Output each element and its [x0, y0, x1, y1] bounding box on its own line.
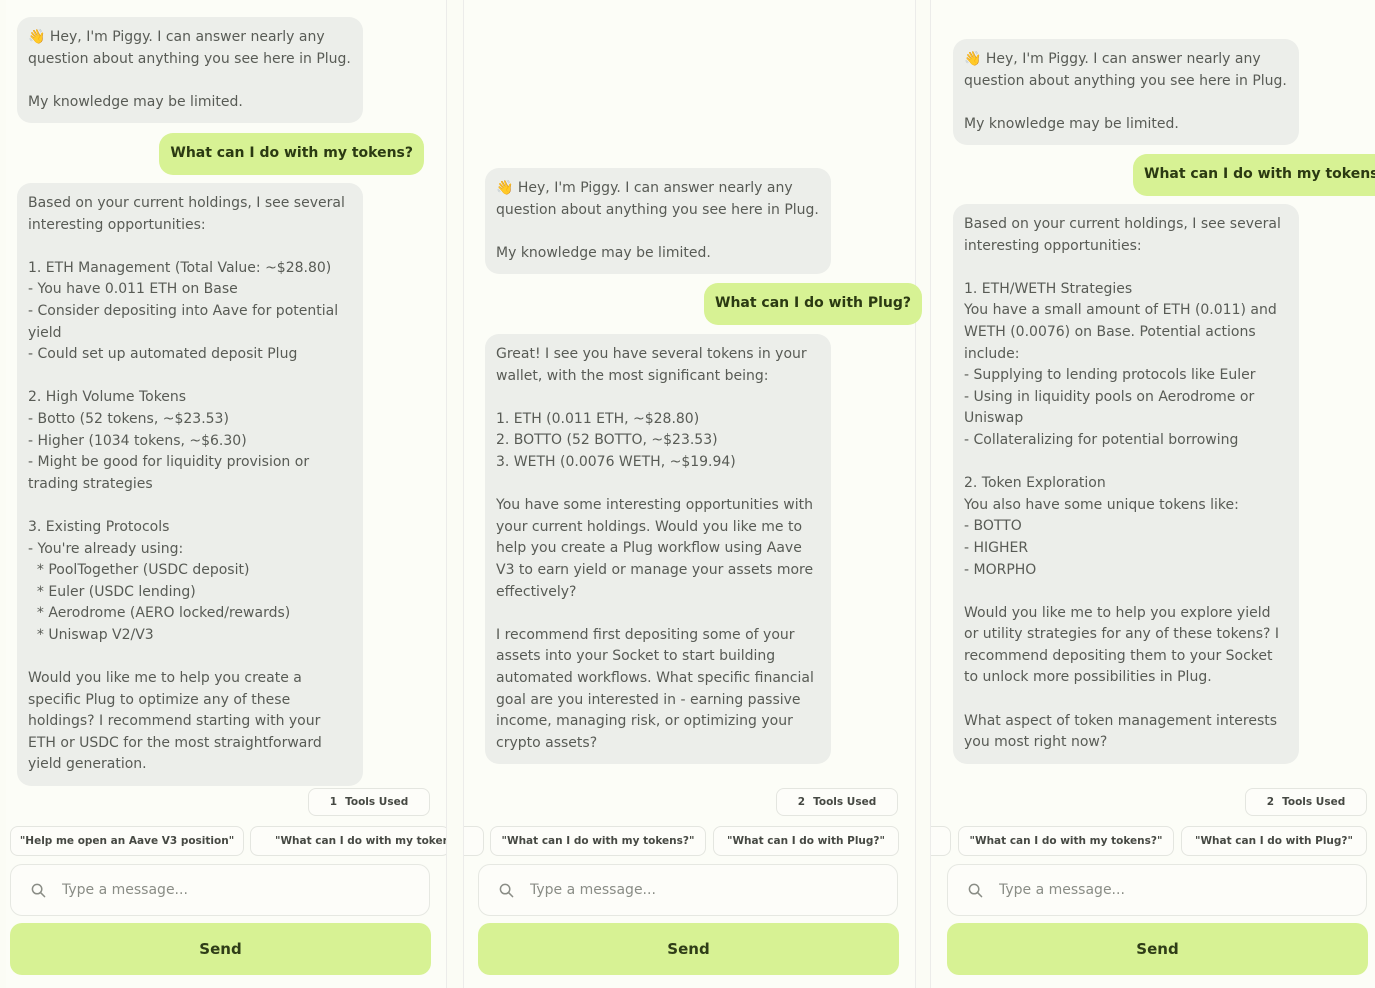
search-icon	[968, 883, 983, 897]
assistant-response: Great! I see you have several tokens in …	[485, 334, 831, 765]
tools-used-badge[interactable]: 2 Tools Used	[776, 788, 898, 816]
tools-count: 1	[329, 796, 338, 808]
search-icon	[31, 883, 46, 897]
tools-label: Tools Used	[813, 796, 877, 808]
chat-panel-1: 👋 Hey, I'm Piggy. I can answer nearly an…	[6, 0, 447, 988]
suggestion-chip-partial[interactable]	[464, 826, 484, 856]
suggestion-chip-partial[interactable]	[931, 826, 951, 856]
suggestion-row: "What can I do with my tokens?" "What ca…	[464, 826, 915, 856]
message-input[interactable]	[528, 881, 852, 899]
tools-count: 2	[797, 796, 806, 808]
suggestion-row: "What can I do with my tokens?" "What ca…	[931, 826, 1375, 856]
greeting-message: 👋 Hey, I'm Piggy. I can answer nearly an…	[485, 168, 831, 275]
search-icon	[499, 883, 514, 897]
user-message: What can I do with my tokens?	[1133, 154, 1375, 196]
suggestion-chip[interactable]: "What can I do with my tokens	[250, 826, 446, 856]
tools-label: Tools Used	[345, 796, 409, 808]
message-input-box[interactable]	[947, 864, 1367, 916]
user-message: What can I do with Plug?	[704, 283, 923, 325]
message-input[interactable]	[997, 881, 1321, 899]
assistant-response: Based on your current holdings, I see se…	[17, 183, 363, 787]
tools-used-badge[interactable]: 1 Tools Used	[308, 788, 430, 816]
greeting-message: 👋 Hey, I'm Piggy. I can answer nearly an…	[17, 17, 363, 124]
message-input[interactable]	[60, 881, 384, 899]
suggestion-chip[interactable]: "Help me open an Aave V3 position"	[10, 826, 244, 856]
chat-panel-3: 👋 Hey, I'm Piggy. I can answer nearly an…	[930, 0, 1375, 988]
send-button[interactable]: Send	[478, 923, 899, 975]
message-list: 👋 Hey, I'm Piggy. I can answer nearly an…	[6, 0, 446, 787]
tools-label: Tools Used	[1282, 796, 1346, 808]
greeting-message: 👋 Hey, I'm Piggy. I can answer nearly an…	[953, 39, 1299, 146]
user-message: What can I do with my tokens?	[159, 133, 424, 175]
chat-panel-2: 👋 Hey, I'm Piggy. I can answer nearly an…	[463, 0, 923, 988]
message-list: 👋 Hey, I'm Piggy. I can answer nearly an…	[464, 0, 923, 770]
assistant-response: Based on your current holdings, I see se…	[953, 204, 1299, 764]
send-button[interactable]: Send	[10, 923, 431, 975]
tools-count: 2	[1266, 796, 1275, 808]
suggestion-chip[interactable]: "What can I do with my tokens?"	[490, 826, 706, 856]
suggestion-row: "Help me open an Aave V3 position" "What…	[6, 826, 446, 856]
message-list: 👋 Hey, I'm Piggy. I can answer nearly an…	[931, 0, 1375, 770]
tools-used-badge[interactable]: 2 Tools Used	[1245, 788, 1367, 816]
message-input-box[interactable]	[10, 864, 430, 916]
suggestion-chip[interactable]: "What can I do with Plug?"	[713, 826, 899, 856]
message-input-box[interactable]	[478, 864, 898, 916]
suggestion-chip[interactable]: "What can I do with Plug?"	[1181, 826, 1367, 856]
send-button[interactable]: Send	[947, 923, 1368, 975]
suggestion-chip[interactable]: "What can I do with my tokens?"	[958, 826, 1174, 856]
